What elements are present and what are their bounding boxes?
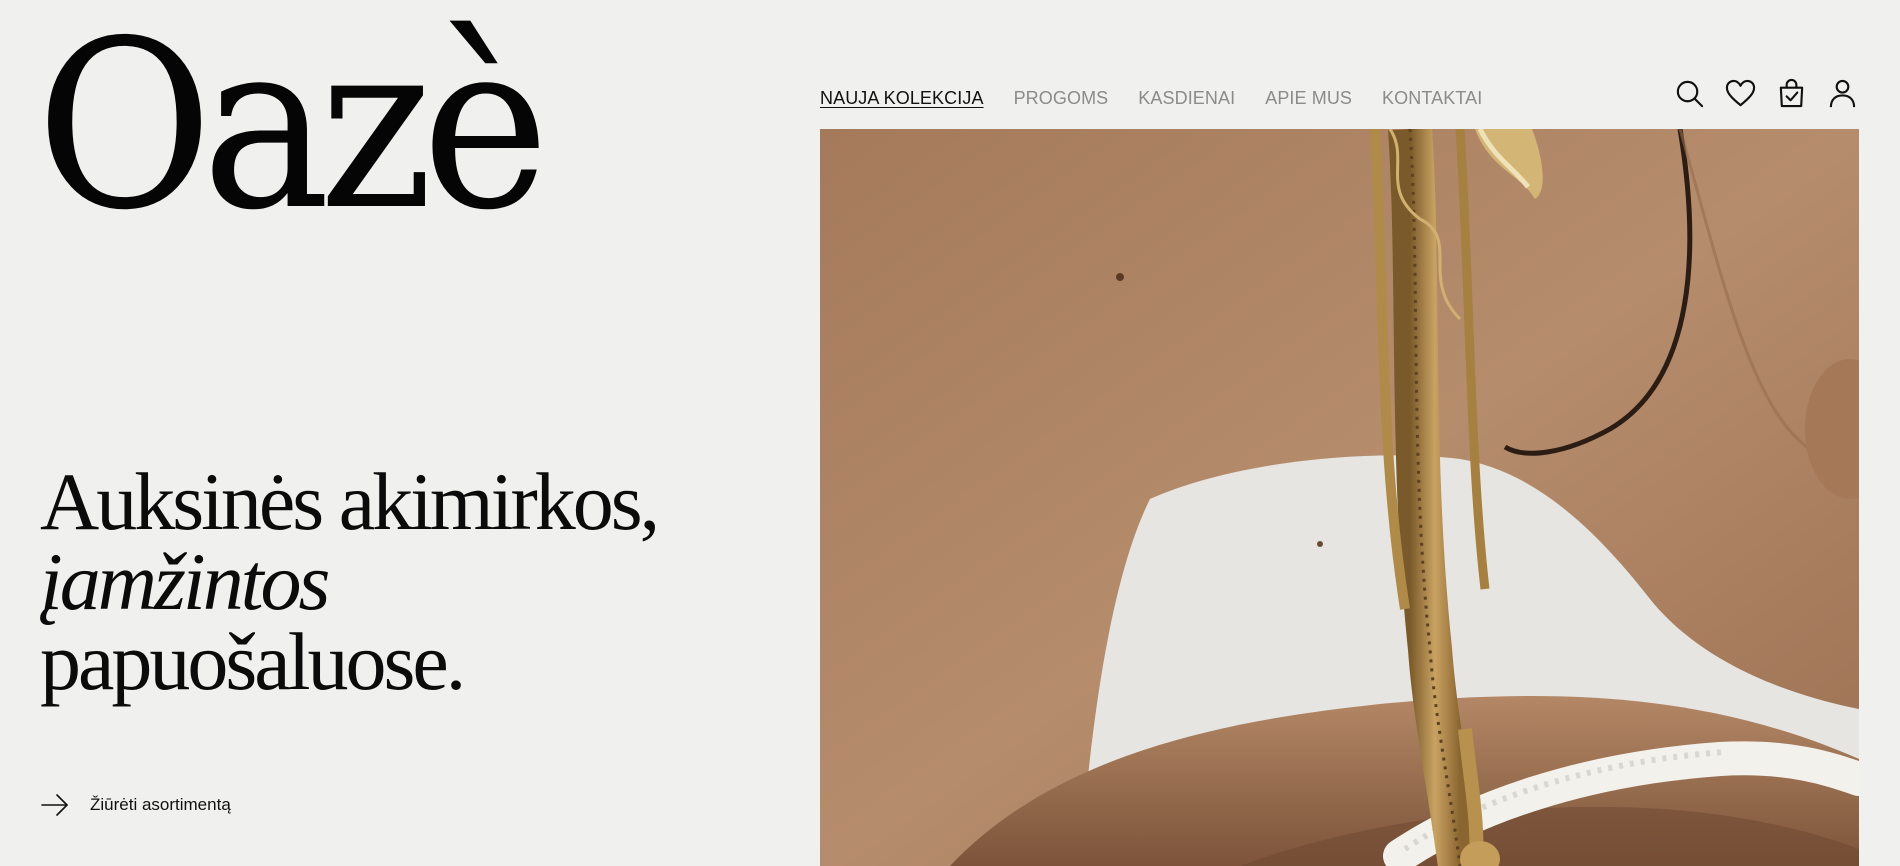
hero-headline-line-2: įamžintos bbox=[40, 536, 330, 627]
heart-icon[interactable] bbox=[1725, 78, 1756, 109]
hero-headline-line-1: Auksinės akimirkos, bbox=[40, 456, 660, 547]
user-icon[interactable] bbox=[1827, 78, 1858, 109]
nav-item-kontaktai[interactable]: KONTAKTAI bbox=[1382, 88, 1482, 109]
main-navigation: NAUJA KOLEKCIJA PROGOMS KASDIENAI APIE M… bbox=[820, 88, 1482, 109]
nav-item-kasdienai[interactable]: KASDIENAI bbox=[1138, 88, 1235, 109]
arrow-right-icon bbox=[41, 794, 68, 816]
brand-logo[interactable]: Oazè bbox=[36, 10, 549, 242]
search-icon[interactable] bbox=[1674, 78, 1705, 109]
shopping-bag-icon[interactable] bbox=[1776, 78, 1807, 109]
header-actions bbox=[1674, 78, 1858, 109]
nav-item-nauja-kolekcija[interactable]: NAUJA KOLEKCIJA bbox=[820, 88, 984, 109]
view-assortment-label: Žiūrėti asortimentą bbox=[90, 795, 231, 814]
hero-headline-line-3: papuošaluose. bbox=[40, 616, 466, 707]
hero-headline: Auksinės akimirkos, įamžintos papuošaluo… bbox=[40, 456, 660, 707]
view-assortment-link[interactable]: Žiūrėti asortimentą bbox=[40, 793, 231, 817]
nav-item-apie-mus[interactable]: APIE MUS bbox=[1265, 88, 1352, 109]
nav-item-progoms[interactable]: PROGOMS bbox=[1014, 88, 1109, 109]
hero-image bbox=[820, 129, 1859, 866]
